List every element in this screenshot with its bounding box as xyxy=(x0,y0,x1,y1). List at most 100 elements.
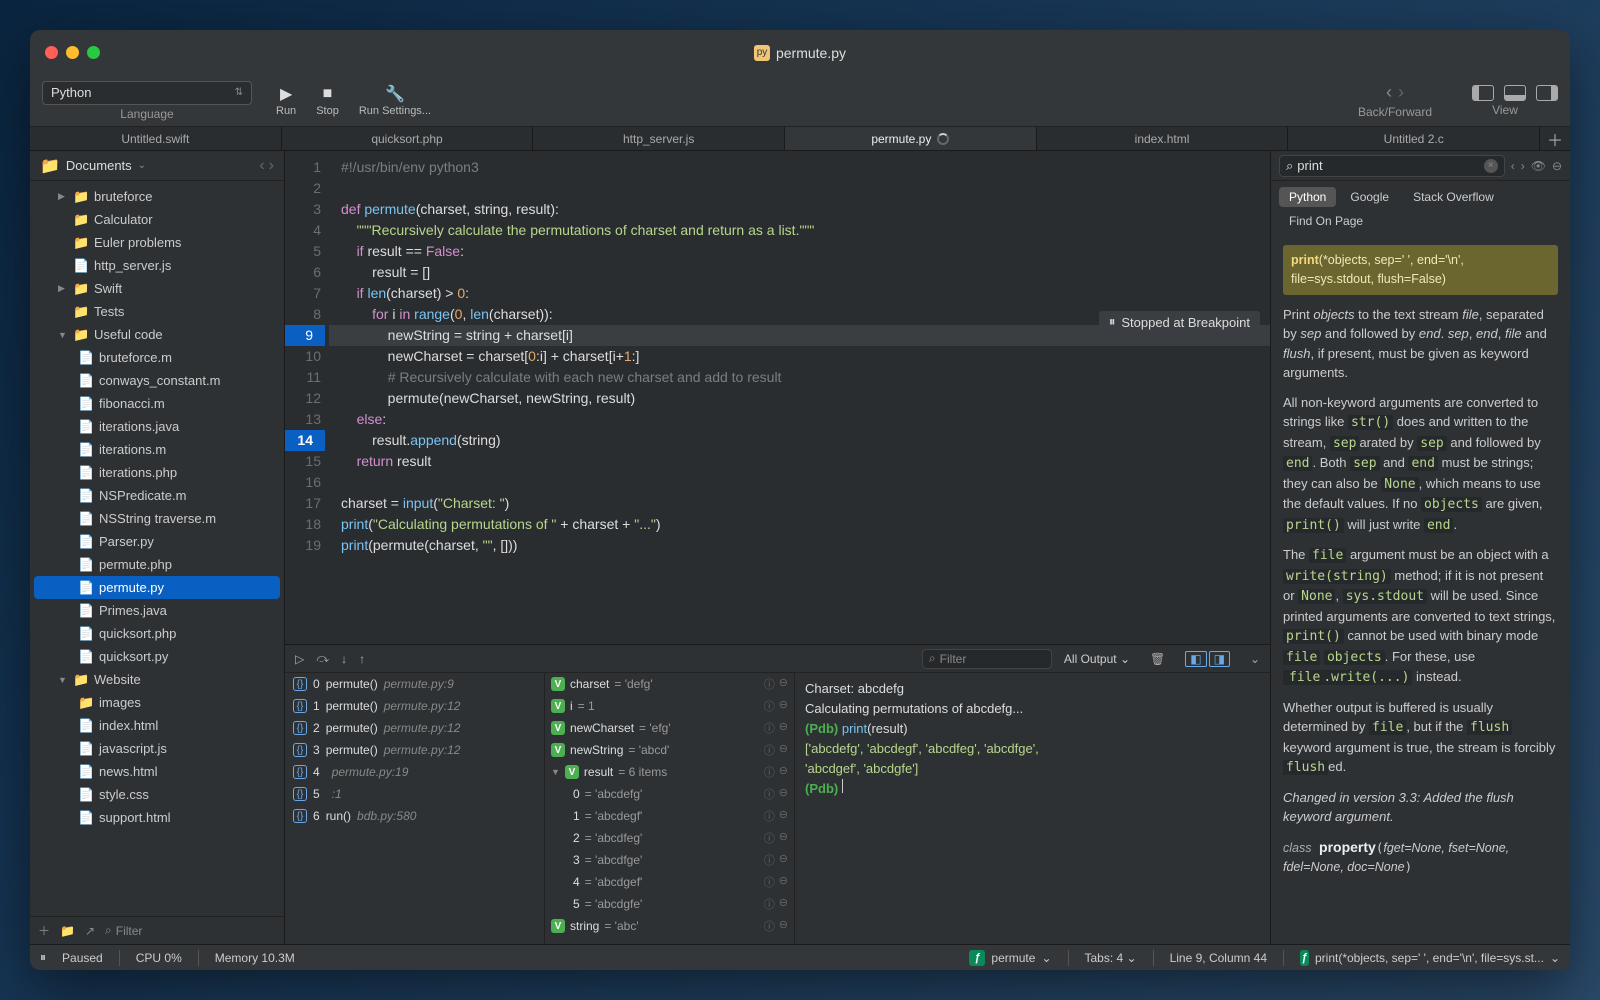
remove-icon[interactable]: ⊖ xyxy=(779,742,788,758)
stack-frame[interactable]: {}4 permute.py:19 xyxy=(285,761,544,783)
file-tab[interactable]: Untitled 2.c xyxy=(1288,127,1540,150)
stack-frame[interactable]: {}3 permute() permute.py:12 xyxy=(285,739,544,761)
toggle-bottom-panel-button[interactable] xyxy=(1504,85,1526,101)
step-out-button[interactable]: ↑ xyxy=(359,652,365,666)
info-icon[interactable]: ⓘ xyxy=(764,918,775,934)
layout-right-button[interactable]: ◨ xyxy=(1209,651,1230,667)
variable-row[interactable]: VnewString = 'abcd'ⓘ⊖ xyxy=(545,739,794,761)
variable-row[interactable]: 2 = 'abcdfeg'ⓘ⊖ xyxy=(545,827,794,849)
forward-button[interactable]: › xyxy=(1398,82,1404,103)
remove-icon[interactable]: ⊖ xyxy=(779,720,788,736)
file-item[interactable]: 📄iterations.php xyxy=(30,461,284,484)
doc-search-input[interactable]: ⌕ print × xyxy=(1279,155,1505,177)
doc-source-tab[interactable]: Stack Overflow xyxy=(1403,187,1504,207)
console-filter-input[interactable]: ⌕ Filter xyxy=(922,649,1052,669)
remove-icon[interactable]: ⊖ xyxy=(779,874,788,890)
remove-icon[interactable]: ⊖ xyxy=(779,786,788,802)
new-folder-button[interactable]: 📁 xyxy=(60,924,75,938)
status-doc-hint[interactable]: ƒprint(*objects, sep=' ', end='\n', file… xyxy=(1300,950,1560,966)
status-function[interactable]: ƒpermute ⌄ xyxy=(969,950,1051,966)
remove-icon[interactable]: ⊖ xyxy=(779,852,788,868)
minimize-window-button[interactable] xyxy=(66,46,79,59)
sidebar-forward-button[interactable]: › xyxy=(269,157,274,175)
stack-frame[interactable]: {}1 permute() permute.py:12 xyxy=(285,695,544,717)
disclosure-triangle[interactable]: ▼ xyxy=(551,767,560,777)
doc-forward-button[interactable]: › xyxy=(1521,159,1525,173)
remove-icon[interactable]: ⊖ xyxy=(779,830,788,846)
stack-frame[interactable]: {}0 permute() permute.py:9 xyxy=(285,673,544,695)
sidebar-filter-input[interactable]: ⌕ Filter xyxy=(105,923,276,938)
info-icon[interactable]: ⓘ xyxy=(764,720,775,736)
step-into-button[interactable]: ↓ xyxy=(341,652,347,666)
minus-icon[interactable]: ⊖ xyxy=(1552,159,1562,173)
stop-button[interactable]: ■ Stop xyxy=(316,85,339,117)
info-icon[interactable]: ⓘ xyxy=(764,786,775,802)
variable-row[interactable]: 0 = 'abcdefg'ⓘ⊖ xyxy=(545,783,794,805)
disclosure-triangle[interactable]: ▶ xyxy=(58,283,68,294)
file-tab[interactable]: Untitled.swift xyxy=(30,127,282,150)
doc-source-tab[interactable]: Python xyxy=(1279,187,1336,207)
debug-console[interactable]: Charset: abcdefg Calculating permutation… xyxy=(795,673,1270,944)
run-settings-button[interactable]: 🔧 Run Settings... xyxy=(359,85,431,117)
info-icon[interactable]: ⓘ xyxy=(764,742,775,758)
remove-icon[interactable]: ⊖ xyxy=(779,764,788,780)
disclosure-triangle[interactable]: ▶ xyxy=(58,191,68,202)
step-over-button[interactable]: ⤼ xyxy=(316,651,329,666)
doc-back-button[interactable]: ‹ xyxy=(1511,159,1515,173)
file-tab[interactable]: http_server.js xyxy=(533,127,785,150)
add-file-button[interactable]: ＋ xyxy=(38,922,50,939)
variable-row[interactable]: Vi = 1ⓘ⊖ xyxy=(545,695,794,717)
chevron-down-icon[interactable]: ⌄ xyxy=(1250,652,1260,666)
file-item[interactable]: 📄support.html xyxy=(30,806,284,829)
disclosure-triangle[interactable]: ▼ xyxy=(58,675,68,685)
remove-icon[interactable]: ⊖ xyxy=(779,698,788,714)
info-icon[interactable]: ⓘ xyxy=(764,808,775,824)
info-icon[interactable]: ⓘ xyxy=(764,896,775,912)
clear-search-button[interactable]: × xyxy=(1484,159,1498,173)
file-item[interactable]: 📄permute.php xyxy=(30,553,284,576)
folder-item[interactable]: ▶📁bruteforce xyxy=(30,185,284,208)
close-window-button[interactable] xyxy=(45,46,58,59)
info-icon[interactable]: ⓘ xyxy=(764,830,775,846)
file-item[interactable]: 📄NSPredicate.m xyxy=(30,484,284,507)
info-icon[interactable]: ⓘ xyxy=(764,852,775,868)
eye-icon[interactable]: 👁 xyxy=(1531,159,1546,173)
doc-source-tab[interactable]: Google xyxy=(1340,187,1399,207)
toggle-left-panel-button[interactable] xyxy=(1472,85,1494,101)
file-item[interactable]: 📄quicksort.py xyxy=(30,645,284,668)
code-editor[interactable]: 12345678910111213141516171819 #!/usr/bin… xyxy=(285,151,1270,644)
file-item[interactable]: 📄permute.py xyxy=(34,576,280,599)
remove-icon[interactable]: ⊖ xyxy=(779,808,788,824)
disclosure-triangle[interactable]: ▼ xyxy=(58,330,68,340)
stack-frame[interactable]: {}2 permute() permute.py:12 xyxy=(285,717,544,739)
info-icon[interactable]: ⓘ xyxy=(764,698,775,714)
variable-row[interactable]: ▼Vresult = 6 itemsⓘ⊖ xyxy=(545,761,794,783)
doc-source-tab[interactable]: Find On Page xyxy=(1279,211,1373,231)
code-content[interactable]: #!/usr/bin/env python3 def permute(chars… xyxy=(329,151,1270,644)
info-icon[interactable]: ⓘ xyxy=(764,764,775,780)
layout-left-button[interactable]: ◧ xyxy=(1185,651,1206,667)
file-item[interactable]: 📄iterations.m xyxy=(30,438,284,461)
file-item[interactable]: 📄news.html xyxy=(30,760,284,783)
file-item[interactable]: 📄conways_constant.m xyxy=(30,369,284,392)
folder-item[interactable]: ▶📁Swift xyxy=(30,277,284,300)
add-tab-button[interactable]: ＋ xyxy=(1540,127,1570,150)
file-item[interactable]: 📄NSString traverse.m xyxy=(30,507,284,530)
file-item[interactable]: 📄fibonacci.m xyxy=(30,392,284,415)
zoom-window-button[interactable] xyxy=(87,46,100,59)
variable-row[interactable]: VnewCharset = 'efg'ⓘ⊖ xyxy=(545,717,794,739)
variable-row[interactable]: 3 = 'abcdfge'ⓘ⊖ xyxy=(545,849,794,871)
variable-row[interactable]: Vstring = 'abc'ⓘ⊖ xyxy=(545,915,794,937)
stack-frame[interactable]: {}6 run() bdb.py:580 xyxy=(285,805,544,827)
file-item[interactable]: 📄Primes.java xyxy=(30,599,284,622)
file-item[interactable]: 📄javascript.js xyxy=(30,737,284,760)
folder-item[interactable]: ▼📁Useful code xyxy=(30,323,284,346)
file-tab[interactable]: permute.py xyxy=(785,127,1037,150)
folder-item[interactable]: 📁Calculator xyxy=(30,208,284,231)
file-tab[interactable]: quicksort.php xyxy=(282,127,534,150)
remove-icon[interactable]: ⊖ xyxy=(779,676,788,692)
variable-row[interactable]: 1 = 'abcdegf'ⓘ⊖ xyxy=(545,805,794,827)
info-icon[interactable]: ⓘ xyxy=(764,676,775,692)
output-selector[interactable]: All Output ⌄ xyxy=(1064,652,1130,666)
toggle-right-panel-button[interactable] xyxy=(1536,85,1558,101)
